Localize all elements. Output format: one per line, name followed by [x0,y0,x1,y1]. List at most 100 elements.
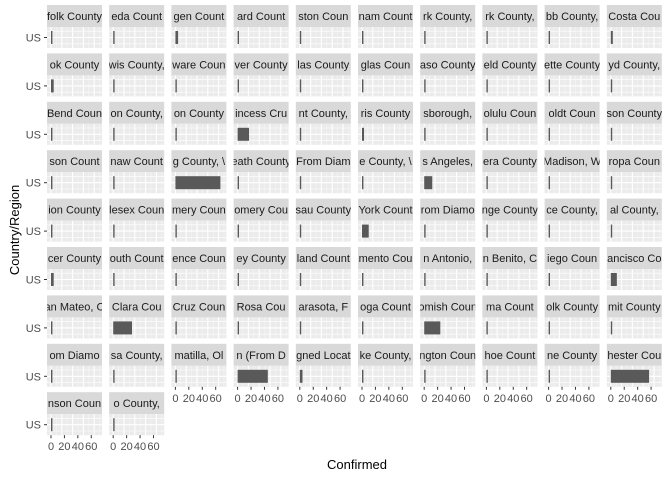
x-tick-label: 20 [121,441,133,453]
bar [113,224,115,238]
facet-panel: cer County [47,247,102,290]
bar [51,321,53,335]
facet-strip-label: ma Count [486,301,534,313]
facet-panel: York Count [358,198,413,242]
facet-panel: Bend Coun [47,101,102,145]
facet-panel: aso County [420,53,476,97]
facet-panel: n Benito, C [482,247,538,290]
facet-strip-label: al County, [610,205,659,217]
facet-strip-label: ok County [50,59,100,71]
bar [362,127,365,141]
facet-strip-label: nson Coun [48,398,101,410]
facet-panel: om Diamo [47,343,102,387]
facet-panel: From Diam [295,150,351,194]
facet-panels: folk County eda Count gen Count ard Count st… [47,5,662,436]
facet-panel: outh Count [109,247,165,290]
bar [113,127,115,141]
x-axis-title: Confirmed [327,457,387,472]
facet-panel: sa County, [109,343,165,387]
facet-panel: Rosa Cou [233,295,289,339]
x-tick-label: 40 [72,441,84,453]
facet-strip-label: ropa Coun [609,156,660,168]
x-tick-label: 0 [110,441,116,453]
x-tick-label: 20 [494,393,506,405]
bar [175,321,177,335]
facet-strip-label: cer County [48,253,102,265]
bar [237,79,239,93]
facet-panel: bb County, [544,5,600,48]
x-axis: 0 20 40 60 [483,386,533,405]
facet-panel: sau County [295,198,351,242]
facet-panel: ce County, [544,198,600,242]
bar [362,31,364,44]
x-axis: 0 20 40 60 [297,386,346,405]
x-axis: 0 20 40 60 [235,386,284,405]
facet-strip-label: omery Cou [234,205,288,217]
facet-panel: nam Count [358,5,413,48]
x-tick-label: 60 [396,393,408,405]
bar [548,79,550,93]
facet-strip-label: Clara Cou [112,301,162,313]
facet-panel: matilla, Ol [171,343,227,387]
bar [237,321,239,335]
facet-panel: ngton Coun [420,343,476,387]
facet-panel: g County, \ [171,150,227,194]
facet-panel: era County [482,150,538,194]
facet-strip-label: outh Count [110,253,164,265]
facet-strip-label: arasota, F [299,301,349,313]
facet-strip-label: land Count [297,253,350,265]
bar [424,31,426,44]
facet-strip-label: s Angeles, [422,156,473,168]
facet-strip-label: oga Count [360,301,411,313]
bar [424,321,441,335]
x-tick-label: 40 [507,393,519,405]
bar [51,224,53,238]
bar [548,127,550,141]
facet-strip-label: gned Locat [296,350,350,362]
bar [237,176,239,190]
x-tick-label: 0 [172,393,178,405]
facet-strip-label: matilla, Ol [174,350,223,362]
facet-strip-label: rk County, [423,11,472,23]
facet-panel: n (From D [233,343,289,387]
bar [113,176,115,190]
facet-panel: eld County [482,53,538,97]
facet-strip-label: o County, [114,398,160,410]
x-tick-label: 0 [483,393,489,405]
facet-panel: ey County [233,247,289,290]
facet-panel: folk County [47,5,103,48]
facet-strip-label: oldt Coun [549,108,596,120]
facet-strip-label: York Count [358,205,412,217]
y-tick-label: US [26,129,41,141]
facet-strip-label: Bend Coun [47,108,102,120]
facet-strip-label: folk County [47,11,103,23]
facet-strip-label: Madison, W [543,156,602,168]
bar [610,224,613,238]
facet-panel: Madison, W [543,150,602,194]
facet-panel: ne County [544,343,600,387]
facet-panel: oldt Coun [544,101,600,145]
bar [362,176,364,190]
facet-strip-label: ne County [547,350,598,362]
facet-strip-label: hester Cou [607,350,661,362]
facet-strip-label: nt County, [299,108,348,120]
facet-strip-label: ston Coun [298,11,348,23]
x-tick-label: 20 [307,393,319,405]
facet-panel: ard Count [233,5,289,48]
y-tick-label: US [26,323,41,335]
facet-panel: wis County, [109,53,165,97]
x-tick-label: 40 [134,441,146,453]
facet-strip-label: son Count [49,156,99,168]
bar [51,79,54,93]
bar [237,31,239,44]
y-tick-label: US [26,33,41,45]
bar [548,31,550,44]
faceted-bar-chart: folk County eda Count gen Count ard Count st… [7,5,662,472]
facet-strip-label: eath County [231,156,291,168]
facet-strip-label: ey County [236,253,286,265]
facet-panel: ma Count [482,295,538,339]
bar [299,224,302,238]
facet-panel: hester Cou [606,343,662,387]
x-tick-label: 20 [432,393,444,405]
x-tick-label: 60 [210,393,222,405]
